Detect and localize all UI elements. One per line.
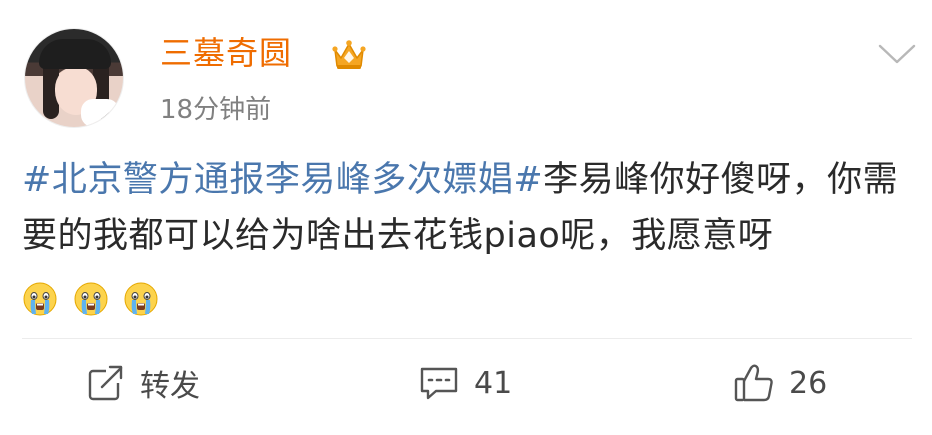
comment-count: 41: [474, 365, 513, 401]
avatar-cap: [39, 39, 111, 69]
crown-icon[interactable]: [331, 38, 367, 72]
comment-button[interactable]: 41: [418, 355, 512, 411]
like-count: 26: [789, 365, 828, 401]
post-timestamp: 18分钟前: [160, 95, 272, 125]
weibo-post-card: 三墓奇圆 18分钟前 #北京警方通报李易峰多次嫖娼#李易峰你好傻呀，你需要的我都…: [0, 0, 932, 435]
crying-face-emoji: [74, 282, 108, 316]
hashtag-link[interactable]: #北京警方通报李易峰多次嫖娼#: [22, 160, 543, 200]
avatar[interactable]: [24, 28, 124, 128]
thumbs-up-icon: [734, 364, 773, 402]
avatar-plush-toy: [81, 99, 119, 127]
repost-label: 转发: [140, 369, 200, 404]
post-content: #北京警方通报李易峰多次嫖娼#李易峰你好傻呀，你需要的我都可以给为啥出去花钱pi…: [22, 152, 912, 326]
crying-face-emoji: [124, 282, 158, 316]
comment-icon: [420, 367, 458, 400]
action-bar-divider: [22, 338, 912, 339]
chevron-down-icon[interactable]: [877, 42, 917, 66]
emoji-group: [22, 270, 162, 326]
repost-button[interactable]: 转发: [86, 355, 200, 411]
share-icon: [88, 365, 124, 401]
like-button[interactable]: 26: [733, 355, 827, 411]
username[interactable]: 三墓奇圆: [160, 31, 292, 75]
crying-face-emoji: [23, 282, 57, 316]
